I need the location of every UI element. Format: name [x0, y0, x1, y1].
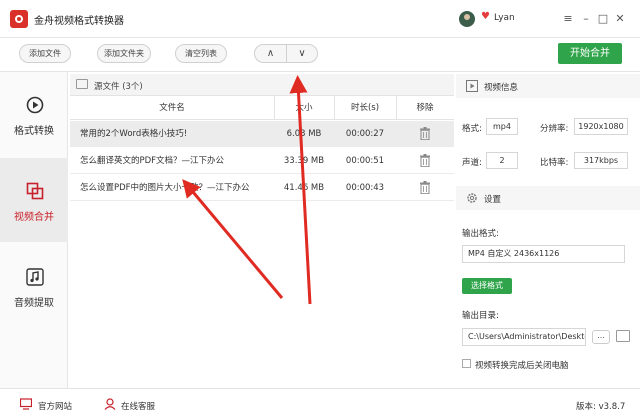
table-row[interactable]: 怎么设置PDF中的图片大小一致？—江下办公 41.46 MB 00:00:43	[70, 175, 454, 201]
file-size: 41.46 MB	[283, 183, 325, 193]
clear-list-button[interactable]: 清空列表	[175, 44, 227, 63]
resolution-value: 1920x1080	[574, 118, 628, 135]
shutdown-label: 视频转换完成后关闭电脑	[475, 361, 569, 371]
gear-icon	[467, 193, 477, 203]
settings-panel: 视频信息 格式: mp4 分辨率: 1920x1080 声道: 2 比特率: 3…	[456, 72, 640, 388]
table-row[interactable]: 怎么翻译英文的PDF文档？—江下办公 33.39 MB 00:00:51	[70, 148, 454, 174]
folder-icon	[76, 79, 88, 89]
maximize-icon[interactable]: □	[597, 13, 609, 25]
add-folder-button[interactable]: 添加文件夹	[97, 44, 151, 63]
format-value: mp4	[486, 118, 518, 135]
file-name: 常用的2个Word表格小技巧!	[80, 129, 188, 139]
official-website-link[interactable]: 官方网站	[38, 400, 72, 412]
sidebar-item-format-convert[interactable]: 格式转换	[0, 72, 68, 156]
vip-heart-icon: ♥	[481, 11, 490, 22]
column-header-size: 大小	[274, 96, 334, 120]
user-name[interactable]: Lyan	[494, 13, 515, 23]
move-buttons: ∧ ∨	[254, 44, 318, 63]
format-label: 格式:	[462, 124, 482, 134]
column-divider	[396, 96, 397, 120]
music-note-icon	[26, 268, 44, 286]
trash-icon[interactable]	[420, 154, 430, 167]
menu-icon[interactable]: ≡	[562, 13, 574, 25]
start-merge-button[interactable]: 开始合并	[558, 43, 622, 64]
file-list-title: 源文件 (3个)	[94, 82, 143, 92]
online-support-link[interactable]: 在线客服	[121, 400, 155, 412]
video-info-header: 视频信息	[456, 74, 640, 98]
column-header-name: 文件名	[70, 96, 274, 120]
output-dir-field[interactable]: C:\Users\Administrator\Deskto	[462, 328, 586, 346]
sidebar-item-label: 格式转换	[14, 126, 54, 137]
choose-format-button[interactable]: 选择格式	[462, 278, 512, 294]
sidebar: 格式转换 视频合并 音频提取	[0, 72, 68, 388]
file-size: 6.03 MB	[286, 129, 322, 139]
shutdown-checkbox[interactable]	[462, 359, 471, 368]
sidebar-item-label: 视频合并	[14, 212, 54, 223]
browse-dir-button[interactable]: ...	[592, 330, 610, 344]
close-icon[interactable]: ✕	[614, 13, 626, 25]
column-header-duration: 时长(s)	[334, 96, 396, 120]
file-name: 怎么设置PDF中的图片大小一致？—江下办公	[80, 183, 250, 193]
footer: 官方网站 在线客服 版本: v3.8.7	[0, 388, 640, 420]
settings-header: 设置	[456, 186, 640, 210]
bitrate-label: 比特率:	[540, 158, 569, 168]
column-header-remove: 移除	[396, 96, 454, 120]
video-info-title: 视频信息	[484, 83, 519, 93]
sidebar-item-video-merge[interactable]: 视频合并	[0, 158, 68, 242]
open-folder-icon[interactable]	[616, 330, 630, 342]
trash-icon[interactable]	[420, 181, 430, 194]
sidebar-item-audio-extract[interactable]: 音频提取	[0, 244, 68, 328]
settings-title: 设置	[484, 195, 502, 205]
monitor-icon	[20, 398, 32, 410]
file-size: 33.39 MB	[283, 156, 325, 166]
column-divider	[274, 96, 275, 120]
app-title: 金舟视频格式转换器	[34, 16, 124, 27]
app-logo-icon	[10, 10, 28, 28]
channels-value: 2	[486, 152, 518, 169]
table-row[interactable]: 常用的2个Word表格小技巧! 6.03 MB 00:00:27	[70, 121, 454, 147]
merge-icon	[26, 182, 44, 200]
move-down-button[interactable]: ∨	[286, 45, 317, 62]
toolbar: 添加文件 添加文件夹 清空列表 ∧ ∨ 开始合并	[0, 38, 640, 72]
move-up-button[interactable]: ∧	[255, 45, 286, 62]
column-divider	[334, 96, 335, 120]
customer-service-icon	[104, 398, 116, 410]
file-list-panel: 源文件 (3个) 文件名 大小 时长(s) 移除 常用的2个Word表格小技巧!…	[70, 74, 454, 388]
file-list-header: 源文件 (3个)	[70, 74, 454, 96]
trash-icon[interactable]	[420, 127, 430, 140]
file-duration: 00:00:27	[345, 129, 385, 139]
play-circle-icon	[26, 96, 44, 114]
bitrate-value: 317kbps	[574, 152, 628, 169]
add-file-button[interactable]: 添加文件	[19, 44, 71, 63]
version-label: 版本: v3.8.7	[576, 402, 626, 412]
output-dir-label: 输出目录:	[462, 311, 499, 321]
output-format-label: 输出格式:	[462, 229, 499, 239]
user-avatar[interactable]	[459, 11, 475, 27]
file-duration: 00:00:43	[345, 183, 385, 193]
title-bar: 金舟视频格式转换器 ♥ Lyan ≡ – □ ✕	[0, 0, 640, 38]
resolution-label: 分辨率:	[540, 124, 569, 134]
minimize-icon[interactable]: –	[580, 13, 592, 25]
channels-label: 声道:	[462, 158, 482, 168]
sidebar-item-label: 音频提取	[14, 298, 54, 309]
file-duration: 00:00:51	[345, 156, 385, 166]
video-info-icon	[466, 80, 478, 92]
file-name: 怎么翻译英文的PDF文档？—江下办公	[80, 156, 225, 166]
output-format-field[interactable]: MP4 自定义 2436x1126	[462, 245, 625, 263]
